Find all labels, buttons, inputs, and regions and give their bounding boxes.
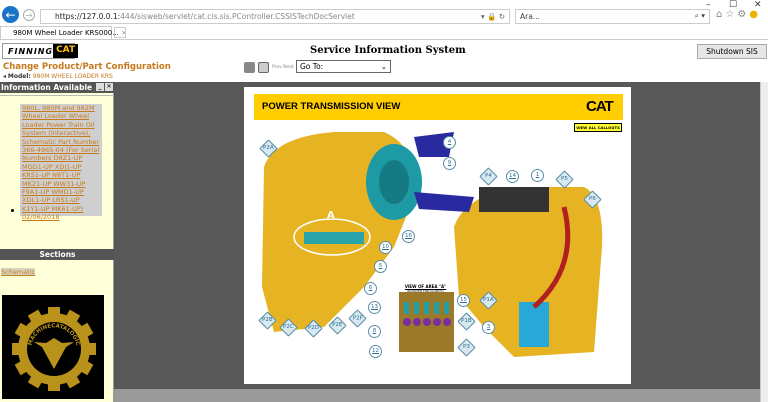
callout-label: 12 bbox=[372, 348, 379, 354]
callout-label: P3 bbox=[463, 343, 470, 350]
cat-logo-text: CAT bbox=[53, 44, 79, 58]
maximize-button[interactable]: ☐ bbox=[729, 0, 737, 10]
callout-label: P6 bbox=[589, 195, 596, 202]
callout-label: P2B bbox=[262, 317, 273, 323]
toolbar-icons[interactable]: ⌂☆⚙● bbox=[716, 9, 761, 20]
callout-13[interactable]: 13 bbox=[368, 301, 381, 314]
close-window-button[interactable]: ✕ bbox=[754, 0, 762, 10]
sections-header: Sections bbox=[0, 249, 114, 260]
callout-label: P2A bbox=[263, 145, 274, 151]
back-button[interactable]: ← bbox=[2, 6, 19, 23]
callout-label: P2F bbox=[352, 314, 363, 321]
minimize-panel-icon[interactable]: _ bbox=[96, 83, 104, 91]
chevron-down-icon: ⌄ bbox=[380, 62, 387, 71]
callout-label: P2D bbox=[307, 325, 320, 332]
callout-label: 10 bbox=[382, 244, 389, 250]
callout-9[interactable]: 9 bbox=[443, 157, 456, 170]
schematic-page bbox=[244, 87, 631, 384]
callout-label: P2C bbox=[283, 324, 294, 330]
info-date: 02/06/2018 bbox=[22, 213, 60, 222]
gear-tooth bbox=[86, 343, 96, 355]
callout-label: 16 bbox=[405, 233, 412, 239]
view-all-callouts-button[interactable]: VIEW ALL CALLOUTS bbox=[574, 123, 622, 132]
callout-label: P2E bbox=[332, 321, 343, 328]
callout-16[interactable]: 16 bbox=[402, 230, 415, 243]
bullet bbox=[11, 209, 14, 212]
browser-tab[interactable]: 980M Wheel Loader KRS000... × bbox=[0, 26, 127, 39]
forward-button[interactable]: → bbox=[23, 9, 35, 21]
goto-select[interactable]: Go To: ⌄ bbox=[296, 60, 391, 73]
callout-label: 4 bbox=[447, 139, 452, 145]
tab-title: 980M Wheel Loader KRS000... bbox=[13, 29, 119, 37]
callout-4[interactable]: 4 bbox=[443, 136, 456, 149]
info-available-header: Information Available _ ✕ bbox=[0, 82, 114, 93]
callout-14[interactable]: 14 bbox=[506, 170, 519, 183]
info-title: Information Available bbox=[1, 83, 93, 92]
callout-12[interactable]: 12 bbox=[369, 345, 382, 358]
prev-button[interactable]: Prev bbox=[272, 65, 282, 70]
callout-label: 6 bbox=[368, 285, 373, 291]
callout-label: 8 bbox=[372, 328, 377, 334]
url-main: https://127.0.0.1: bbox=[55, 12, 121, 21]
callout-label: P1B bbox=[461, 318, 472, 324]
callout-3[interactable]: 3 bbox=[482, 321, 495, 334]
transmission-illustration bbox=[262, 132, 603, 357]
page-title: Service Information System bbox=[310, 45, 466, 56]
finning-cat-logo: FINNING CAT bbox=[2, 43, 79, 59]
shutdown-button[interactable]: Shutdown SIS bbox=[697, 44, 767, 59]
callout-label: 13 bbox=[371, 304, 378, 310]
search-placeholder: Ara... bbox=[520, 12, 540, 21]
machinecatalogic-logo: MACHINECATALOGIC bbox=[2, 295, 104, 399]
vertical-scrollbar[interactable] bbox=[760, 82, 768, 402]
address-bar[interactable]: https://127.0.0.1:444/sisweb/servlet/cat… bbox=[40, 9, 510, 24]
callout-8[interactable]: 8 bbox=[368, 325, 381, 338]
model-value: 980M WHEEL LOADER KRS bbox=[32, 73, 113, 80]
finning-logo-text: FINNING bbox=[8, 46, 54, 56]
lock-refresh-icon[interactable]: ▾ 🔒 ↻ bbox=[481, 12, 505, 21]
info-document-link[interactable]: 980L, 980M and 982M Wheel Loader Wheel L… bbox=[20, 104, 102, 221]
callout-label: 1 bbox=[535, 172, 540, 178]
callout-label: 5 bbox=[378, 263, 383, 269]
goto-label: Go To: bbox=[300, 62, 324, 71]
new-tab-button[interactable] bbox=[114, 27, 126, 38]
doc-toolbar: Prev Next bbox=[244, 60, 294, 74]
gear-tooth bbox=[12, 343, 22, 355]
callout-15[interactable]: 15 bbox=[457, 294, 470, 307]
model-line: ◂ Model: 980M WHEEL LOADER KRS bbox=[3, 73, 113, 80]
callout-label: P5 bbox=[561, 175, 568, 182]
url-rest: 444/sisweb/servlet/cat.cis.sis.PControll… bbox=[120, 12, 355, 21]
callout-label: 9 bbox=[447, 160, 452, 166]
section-item-schematic[interactable]: Schematic bbox=[1, 268, 36, 276]
callout-5[interactable]: 5 bbox=[374, 260, 387, 273]
callout-label: 15 bbox=[460, 297, 467, 303]
info-link-text[interactable]: 980L, 980M and 982M Wheel Loader Wheel L… bbox=[22, 104, 99, 213]
close-panel-icon[interactable]: ✕ bbox=[105, 83, 113, 91]
minimize-button[interactable]: – bbox=[706, 0, 711, 10]
callout-10[interactable]: 10 bbox=[379, 241, 392, 254]
document-icon[interactable] bbox=[258, 61, 269, 73]
gear-tooth bbox=[48, 381, 60, 391]
document-title: POWER TRANSMISSION VIEW bbox=[262, 101, 401, 112]
area-view-subtitle: (ROTATED FOR CLARITY) bbox=[407, 289, 444, 293]
change-config-link[interactable]: Change Product/Part Configuration bbox=[3, 62, 171, 72]
gear-tooth bbox=[48, 307, 60, 317]
search-icon[interactable]: ⌕ ▾ bbox=[695, 11, 705, 21]
callout-label: 3 bbox=[486, 324, 491, 330]
callout-label: 14 bbox=[509, 173, 516, 179]
callout-6[interactable]: 6 bbox=[364, 282, 377, 295]
search-input[interactable]: Ara... ⌕ ▾ bbox=[515, 9, 710, 24]
print-icon[interactable] bbox=[244, 61, 255, 73]
callout-label: P1A bbox=[483, 297, 494, 303]
next-button[interactable]: Next bbox=[283, 65, 293, 70]
cat-logo: CAT bbox=[586, 98, 614, 115]
area-a-marker: A bbox=[327, 210, 335, 221]
horizontal-scrollbar[interactable] bbox=[114, 389, 760, 402]
callout-label: P4 bbox=[485, 172, 492, 179]
model-label: Model: bbox=[7, 73, 31, 80]
smiley-icon[interactable]: ● bbox=[749, 9, 761, 20]
divider bbox=[0, 95, 114, 96]
callout-1[interactable]: 1 bbox=[531, 169, 544, 182]
